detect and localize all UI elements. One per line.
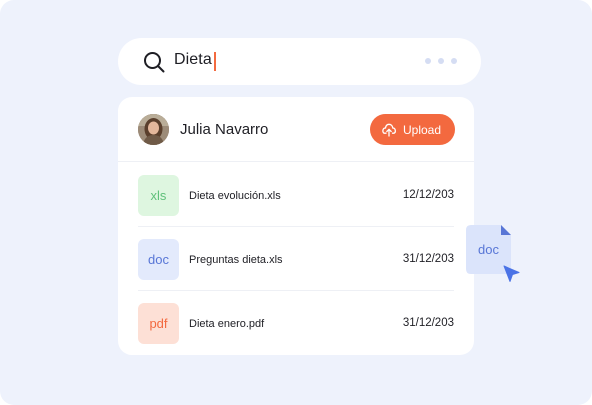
file-row-pdf[interactable]: pdf Dieta enero.pdf 31/12/203 [138,291,454,355]
upload-button[interactable]: Upload [370,114,455,145]
file-date: 31/12/203 [402,253,454,265]
upload-label: Upload [403,122,442,137]
file-date: 12/12/203 [402,189,454,201]
file-card: Julia Navarro Upload xls Dieta evolución… [118,97,474,355]
dot [451,58,457,64]
file-name: Preguntas dieta.xls [189,254,283,266]
dot [425,58,431,64]
cursor-icon [503,265,520,282]
more-dots-icon[interactable] [425,58,457,64]
app-canvas: Dieta Julia Navarro Upload xls Dieta evo… [0,0,592,405]
search-bar[interactable]: Dieta [118,38,481,85]
user-name: Julia Navarro [180,121,269,138]
dragged-doc-label: doc [478,242,499,257]
file-name: Dieta evolución.xls [189,190,281,202]
search-input[interactable]: Dieta [174,51,212,69]
card-header: Julia Navarro Upload [118,97,474,162]
pdf-file-icon: pdf [138,303,179,344]
xls-file-icon: xls [138,175,179,216]
file-date: 31/12/203 [402,317,454,329]
avatar[interactable] [138,114,169,145]
file-row-doc[interactable]: doc Preguntas dieta.xls 31/12/203 [138,227,454,291]
text-caret [214,52,216,71]
doc-file-icon: doc [138,239,179,280]
dot [438,58,444,64]
file-row-xls[interactable]: xls Dieta evolución.xls 12/12/203 [138,163,454,227]
file-name: Dieta enero.pdf [189,318,265,330]
search-icon [144,52,165,73]
avatar-image [138,114,169,145]
upload-icon [382,123,396,137]
